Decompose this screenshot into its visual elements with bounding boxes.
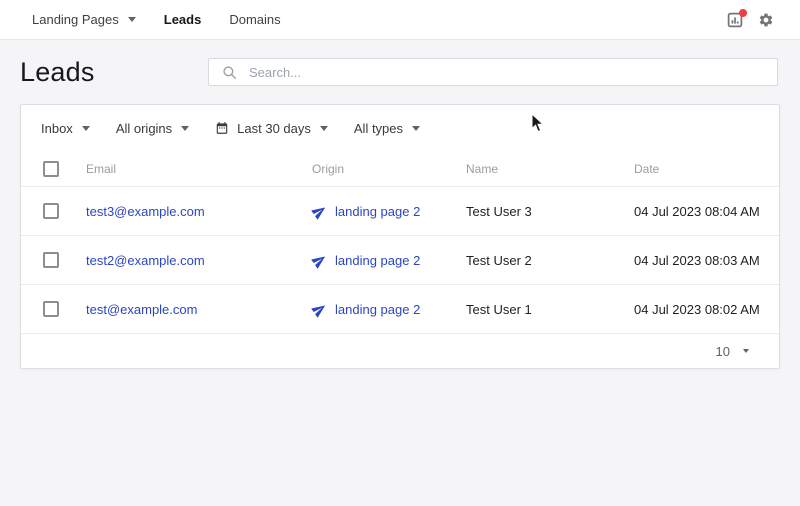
filter-type-dropdown[interactable]: All types — [354, 121, 420, 136]
lead-origin-link[interactable]: landing page 2 — [335, 204, 420, 219]
chevron-down-icon — [128, 17, 136, 22]
topbar-icons — [727, 12, 774, 28]
row-checkbox[interactable] — [43, 203, 59, 219]
chevron-down-icon — [181, 126, 189, 131]
lead-date: 04 Jul 2023 08:04 AM — [634, 204, 779, 219]
paper-plane-icon — [309, 250, 330, 271]
lead-name: Test User 3 — [466, 204, 634, 219]
column-header-date: Date — [634, 162, 779, 176]
paper-plane-icon — [309, 299, 330, 320]
lead-date: 04 Jul 2023 08:02 AM — [634, 302, 779, 317]
filter-origin-dropdown[interactable]: All origins — [116, 121, 189, 136]
analytics-icon[interactable] — [727, 12, 743, 28]
table-row: test3@example.com landing page 2 Test Us… — [21, 187, 779, 236]
leads-card: Inbox All origins Last 30 days All types… — [20, 104, 780, 369]
top-nav-bar: Landing Pages Leads Domains — [0, 0, 800, 40]
nav-item-label: Leads — [164, 12, 202, 27]
page-title: Leads — [20, 57, 95, 88]
select-all-checkbox[interactable] — [43, 161, 59, 177]
nav-item-leads[interactable]: Leads — [164, 12, 202, 27]
table-row: test@example.com landing page 2 Test Use… — [21, 285, 779, 334]
gear-icon — [758, 12, 774, 28]
page-size-dropdown[interactable] — [743, 349, 749, 353]
lead-name: Test User 1 — [466, 302, 634, 317]
filter-label: Last 30 days — [237, 121, 311, 136]
filter-folder-dropdown[interactable]: Inbox — [41, 121, 90, 136]
search-box — [208, 58, 778, 86]
column-header-email: Email — [86, 162, 312, 176]
search-input[interactable] — [249, 65, 767, 80]
main-nav: Landing Pages Leads Domains — [32, 12, 281, 27]
settings-button[interactable] — [758, 12, 774, 28]
page-header: Leads — [0, 40, 800, 104]
search-icon — [222, 65, 237, 80]
chevron-down-icon — [82, 126, 90, 131]
lead-name: Test User 2 — [466, 253, 634, 268]
nav-item-landing-pages[interactable]: Landing Pages — [32, 12, 136, 27]
paper-plane-icon — [309, 201, 330, 222]
nav-item-domains[interactable]: Domains — [229, 12, 280, 27]
lead-origin-link[interactable]: landing page 2 — [335, 253, 420, 268]
notification-badge — [739, 9, 747, 17]
filter-label: Inbox — [41, 121, 73, 136]
filter-bar: Inbox All origins Last 30 days All types — [21, 105, 779, 151]
chevron-down-icon — [412, 126, 420, 131]
column-header-name: Name — [466, 162, 634, 176]
filter-label: All types — [354, 121, 403, 136]
row-checkbox[interactable] — [43, 301, 59, 317]
lead-origin-link[interactable]: landing page 2 — [335, 302, 420, 317]
calendar-icon — [215, 121, 229, 135]
lead-email-link[interactable]: test3@example.com — [86, 204, 205, 219]
page-size-value: 10 — [716, 344, 730, 359]
table-footer: 10 — [21, 334, 779, 368]
nav-item-label: Domains — [229, 12, 280, 27]
lead-date: 04 Jul 2023 08:03 AM — [634, 253, 779, 268]
filter-date-range-dropdown[interactable]: Last 30 days — [215, 121, 328, 136]
filter-label: All origins — [116, 121, 172, 136]
lead-email-link[interactable]: test2@example.com — [86, 253, 205, 268]
lead-email-link[interactable]: test@example.com — [86, 302, 197, 317]
nav-item-label: Landing Pages — [32, 12, 119, 27]
table-header-row: Email Origin Name Date — [21, 151, 779, 187]
table-row: test2@example.com landing page 2 Test Us… — [21, 236, 779, 285]
chevron-down-icon — [320, 126, 328, 131]
row-checkbox[interactable] — [43, 252, 59, 268]
column-header-origin: Origin — [312, 162, 466, 176]
